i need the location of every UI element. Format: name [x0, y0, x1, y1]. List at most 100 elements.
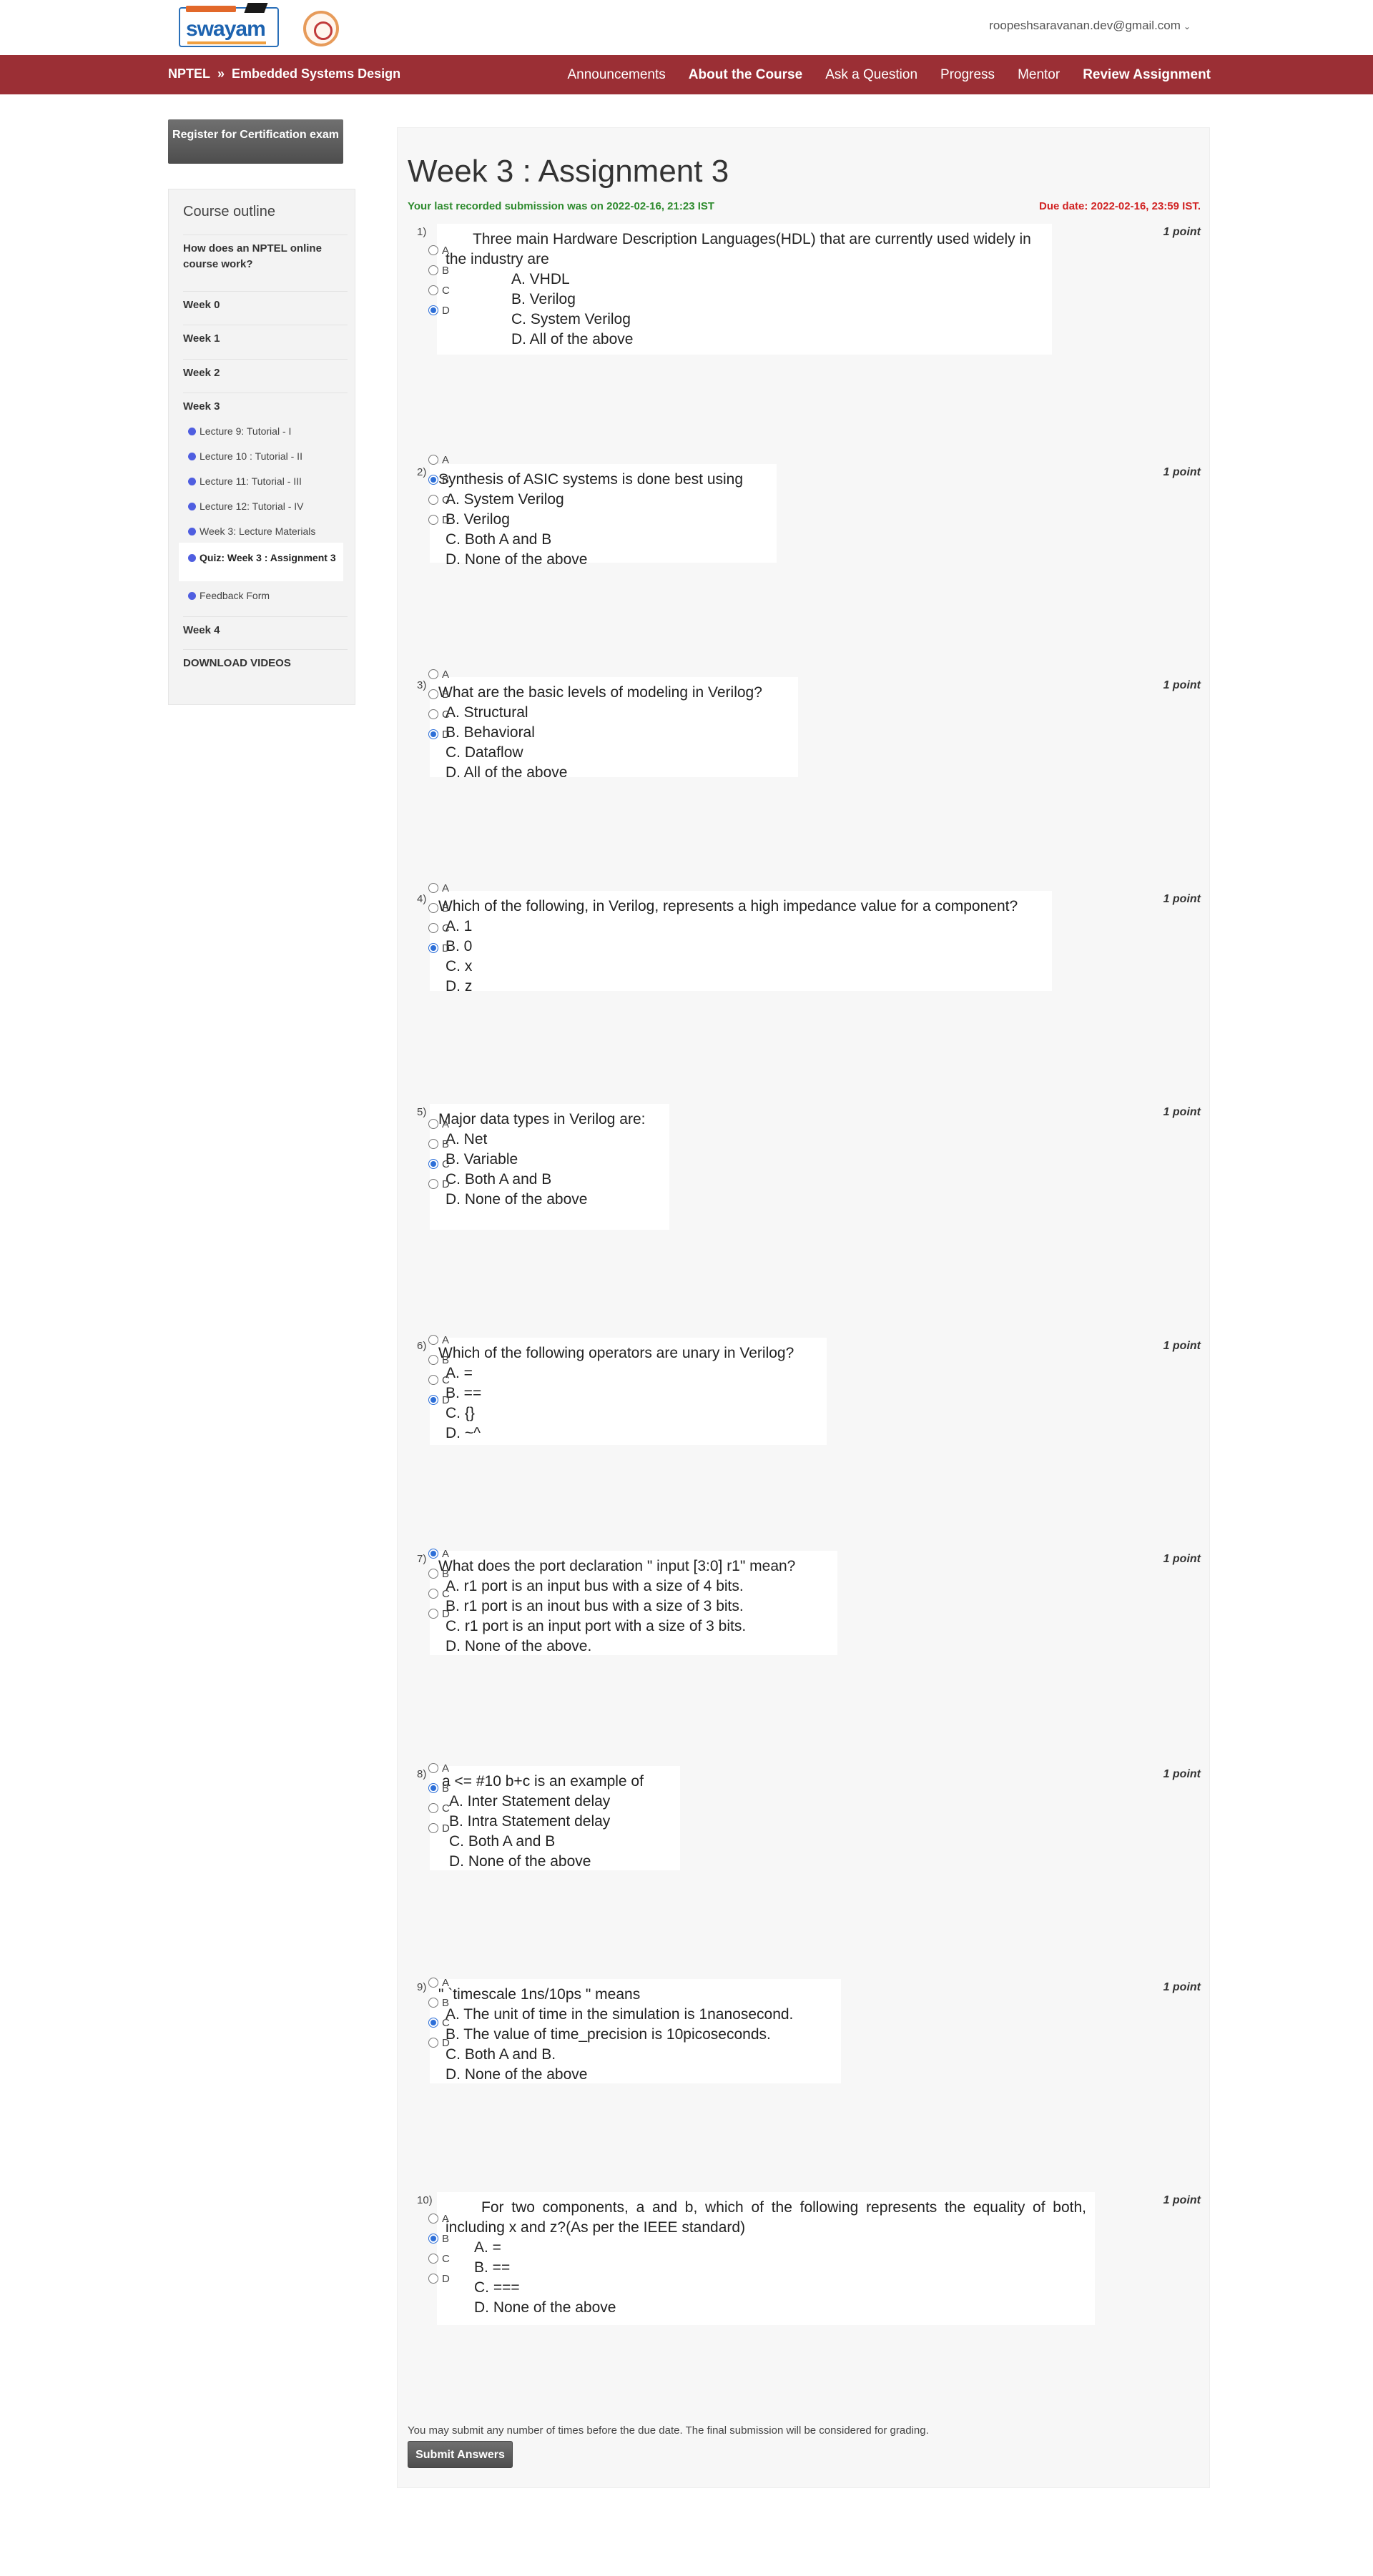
nav-review-assignment[interactable]: Review Assignment — [1083, 67, 1211, 83]
outline-quiz-week3[interactable]: Quiz: Week 3 : Assignment 3 — [188, 551, 342, 565]
radio-button[interactable] — [428, 2214, 438, 2224]
swayam-logo[interactable]: swayam — [179, 3, 279, 47]
radio-button[interactable] — [428, 245, 438, 255]
answer-option-a[interactable]: A — [428, 454, 449, 467]
answer-option-c[interactable]: C — [428, 1374, 450, 1387]
answer-option-a[interactable]: A — [428, 882, 449, 895]
radio-button[interactable] — [428, 1179, 438, 1189]
radio-button[interactable] — [428, 1549, 438, 1559]
answer-option-a[interactable]: A — [428, 245, 449, 257]
radio-button[interactable] — [428, 1783, 438, 1793]
radio-button[interactable] — [428, 709, 438, 719]
radio-button[interactable] — [428, 729, 438, 739]
radio-button[interactable] — [428, 475, 438, 485]
radio-button[interactable] — [428, 923, 438, 933]
radio-button[interactable] — [428, 285, 438, 295]
outline-lecture-10[interactable]: Lecture 10 : Tutorial - II — [188, 450, 302, 462]
radio-button[interactable] — [428, 305, 438, 315]
answer-option-d[interactable]: D — [428, 1608, 450, 1621]
answer-option-d[interactable]: D — [428, 2273, 450, 2286]
answer-option-c[interactable]: C — [428, 2017, 450, 2030]
answer-option-d[interactable]: D — [428, 2037, 450, 2050]
answer-option-b[interactable]: B — [428, 1568, 449, 1581]
outline-lecture-9[interactable]: Lecture 9: Tutorial - I — [188, 425, 291, 437]
answer-option-c[interactable]: C — [428, 285, 450, 297]
radio-button[interactable] — [428, 1978, 438, 1988]
outline-week-4[interactable]: Week 4 — [183, 616, 348, 638]
answer-option-b[interactable]: B — [428, 265, 449, 277]
radio-button[interactable] — [428, 1375, 438, 1385]
outline-week3-materials[interactable]: Week 3: Lecture Materials — [188, 525, 315, 537]
outline-week-2[interactable]: Week 2 — [183, 359, 348, 381]
outline-download-videos[interactable]: DOWNLOAD VIDEOS — [183, 649, 348, 671]
radio-button[interactable] — [428, 1803, 438, 1813]
radio-button[interactable] — [428, 1159, 438, 1169]
answer-option-c[interactable]: C — [428, 494, 450, 507]
radio-button[interactable] — [428, 1998, 438, 2008]
radio-button[interactable] — [428, 1589, 438, 1599]
radio-button[interactable] — [428, 2038, 438, 2048]
radio-button[interactable] — [428, 1335, 438, 1345]
radio-button[interactable] — [428, 689, 438, 699]
radio-button[interactable] — [428, 1609, 438, 1619]
answer-option-b[interactable]: B — [428, 689, 449, 701]
radio-button[interactable] — [428, 495, 438, 505]
breadcrumb-nptel[interactable]: NPTEL — [168, 66, 210, 81]
outline-week-0[interactable]: Week 0 — [183, 291, 348, 313]
outline-week-3[interactable]: Week 3 — [183, 393, 348, 415]
outline-lecture-11[interactable]: Lecture 11: Tutorial - III — [188, 475, 302, 487]
radio-button[interactable] — [428, 669, 438, 679]
answer-option-d[interactable]: D — [428, 305, 450, 317]
answer-option-b[interactable]: B — [428, 902, 449, 915]
nav-ask-question[interactable]: Ask a Question — [825, 67, 917, 83]
nptel-emblem-icon[interactable] — [303, 11, 339, 46]
nav-progress[interactable]: Progress — [940, 67, 995, 83]
radio-button[interactable] — [428, 1395, 438, 1405]
outline-lecture-12[interactable]: Lecture 12: Tutorial - IV — [188, 500, 304, 512]
answer-option-a[interactable]: A — [428, 668, 449, 681]
radio-button[interactable] — [428, 2234, 438, 2244]
answer-option-d[interactable]: D — [428, 1178, 450, 1191]
nav-about-course[interactable]: About the Course — [689, 67, 802, 83]
outline-feedback-form[interactable]: Feedback Form — [188, 590, 270, 601]
answer-option-b[interactable]: B — [428, 2233, 449, 2246]
answer-option-a[interactable]: A — [428, 1118, 449, 1131]
radio-button[interactable] — [428, 1823, 438, 1833]
radio-button[interactable] — [428, 2254, 438, 2264]
answer-option-c[interactable]: C — [428, 1158, 450, 1171]
answer-option-a[interactable]: A — [428, 1762, 449, 1775]
answer-option-d[interactable]: D — [428, 942, 450, 955]
answer-option-b[interactable]: B — [428, 1138, 449, 1151]
answer-option-d[interactable]: D — [428, 1822, 450, 1835]
radio-button[interactable] — [428, 2274, 438, 2284]
answer-option-a[interactable]: A — [428, 1977, 449, 1990]
radio-button[interactable] — [428, 1569, 438, 1579]
answer-option-c[interactable]: C — [428, 1802, 450, 1815]
outline-nptel-intro[interactable]: How does an NPTEL online course work? — [183, 235, 348, 272]
answer-option-a[interactable]: A — [428, 2213, 449, 2226]
outline-week-1[interactable]: Week 1 — [183, 325, 348, 347]
answer-option-a[interactable]: A — [428, 1548, 449, 1561]
radio-button[interactable] — [428, 2018, 438, 2028]
radio-button[interactable] — [428, 1763, 438, 1773]
radio-button[interactable] — [428, 1139, 438, 1149]
answer-option-d[interactable]: D — [428, 729, 450, 741]
register-certification-button[interactable]: Register for Certification exam — [168, 119, 343, 164]
user-menu[interactable]: roopeshsaravanan.dev@gmail.com ⌄ — [989, 19, 1191, 33]
answer-option-b[interactable]: B — [428, 1354, 449, 1367]
radio-button[interactable] — [428, 455, 438, 465]
radio-button[interactable] — [428, 883, 438, 893]
answer-option-d[interactable]: D — [428, 514, 450, 527]
radio-button[interactable] — [428, 515, 438, 525]
radio-button[interactable] — [428, 943, 438, 953]
answer-option-b[interactable]: B — [428, 1997, 449, 2010]
radio-button[interactable] — [428, 265, 438, 275]
answer-option-c[interactable]: C — [428, 2253, 450, 2266]
answer-option-c[interactable]: C — [428, 709, 450, 721]
answer-option-a[interactable]: A — [428, 1334, 449, 1347]
nav-mentor[interactable]: Mentor — [1018, 67, 1060, 83]
radio-button[interactable] — [428, 1355, 438, 1365]
answer-option-c[interactable]: C — [428, 922, 450, 935]
answer-option-b[interactable]: B — [428, 1782, 449, 1795]
answer-option-c[interactable]: C — [428, 1588, 450, 1601]
